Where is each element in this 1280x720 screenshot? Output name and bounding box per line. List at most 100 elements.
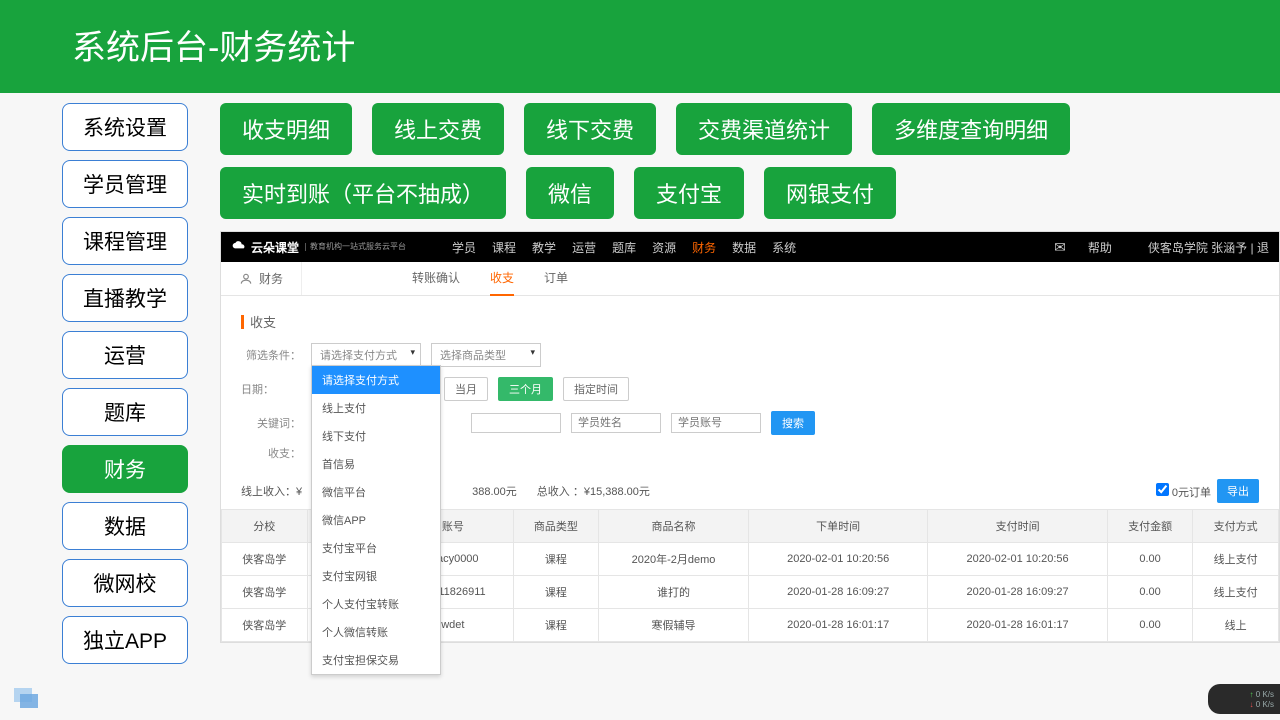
- cell-type: 课程: [513, 543, 599, 576]
- action-btn-0-1[interactable]: 线上交费: [372, 103, 504, 155]
- embed-nav-3[interactable]: 运营: [572, 239, 596, 256]
- zero-order-check[interactable]: 0元订单: [1156, 483, 1211, 500]
- cell-order_time: 2020-01-28 16:01:17: [748, 609, 927, 642]
- total-income: 总收入 ：¥15,388.00元: [537, 483, 650, 499]
- action-btn-1-0[interactable]: 实时到账（平台不抽成）: [220, 167, 506, 219]
- keyword-label: 关键词：: [241, 415, 301, 431]
- dropdown-opt-2[interactable]: 线下支付: [312, 422, 440, 450]
- sidebar-item-app[interactable]: 独立APP: [62, 616, 188, 664]
- embed-nav-7[interactable]: 数据: [732, 239, 756, 256]
- search-button[interactable]: 搜索: [771, 411, 815, 435]
- dropdown-opt-7[interactable]: 支付宝网银: [312, 562, 440, 590]
- embed-nav-0[interactable]: 学员: [452, 239, 476, 256]
- sidebar-item-data[interactable]: 数据: [62, 502, 188, 550]
- embed-tab-0[interactable]: 转账确认: [412, 261, 460, 296]
- sidebar-item-ops[interactable]: 运营: [62, 331, 188, 379]
- dropdown-opt-9[interactable]: 个人微信转账: [312, 618, 440, 646]
- sidebar: 系统设置学员管理课程管理直播教学运营题库财务数据微网校独立APP: [62, 103, 188, 664]
- student-account-input[interactable]: [671, 413, 761, 433]
- cell-amount: 0.00: [1107, 576, 1193, 609]
- cell-product: 2020年-2月demo: [599, 543, 749, 576]
- dropdown-opt-3[interactable]: 首信易: [312, 450, 440, 478]
- module-label: 财务: [221, 262, 302, 295]
- dropdown-opt-6[interactable]: 支付宝平台: [312, 534, 440, 562]
- cell-school: 侠客岛学: [222, 543, 308, 576]
- keyword-input[interactable]: [471, 413, 561, 433]
- brand-text: 云朵课堂: [251, 239, 299, 256]
- online-income-label: 线上收入：¥: [241, 483, 302, 499]
- page-header: 系统后台-财务统计: [0, 0, 1280, 93]
- th: 下单时间: [748, 510, 927, 543]
- embed-tab-1[interactable]: 收支: [490, 261, 514, 296]
- embed-tab-2[interactable]: 订单: [544, 261, 568, 296]
- action-btn-1-1[interactable]: 微信: [526, 167, 614, 219]
- dropdown-opt-10[interactable]: 支付宝担保交易: [312, 646, 440, 674]
- cell-order_time: 2020-01-28 16:09:27: [748, 576, 927, 609]
- user-info[interactable]: 侠客岛学院 张涵予 | 退: [1148, 239, 1269, 256]
- th: 支付方式: [1193, 510, 1279, 543]
- cell-product: 谁打的: [599, 576, 749, 609]
- help-link[interactable]: 帮助: [1088, 239, 1112, 256]
- th: 支付时间: [928, 510, 1107, 543]
- embed-nav-8[interactable]: 系统: [772, 239, 796, 256]
- sidebar-item-microschool[interactable]: 微网校: [62, 559, 188, 607]
- embed-nav-4[interactable]: 题库: [612, 239, 636, 256]
- cell-school: 侠客岛学: [222, 609, 308, 642]
- action-row-1: 收支明细线上交费线下交费交费渠道统计多维度查询明细: [220, 103, 1280, 155]
- embed-nav-2[interactable]: 教学: [532, 239, 556, 256]
- dropdown-opt-5[interactable]: 微信APP: [312, 506, 440, 534]
- mail-icon[interactable]: ✉: [1054, 239, 1066, 256]
- cell-school: 侠客岛学: [222, 576, 308, 609]
- filter-label: 筛选条件：: [241, 347, 301, 363]
- action-row-2: 实时到账（平台不抽成） 微信支付宝网银支付: [220, 167, 1280, 219]
- filter-area: 筛选条件： 请选择支付方式 选择商品类型 请选择支付方式线上支付线下支付首信易微…: [221, 343, 1279, 479]
- section-title: 收支: [221, 296, 1279, 343]
- cell-order_time: 2020-02-01 10:20:56: [748, 543, 927, 576]
- cell-method: 线上: [1193, 609, 1279, 642]
- sidebar-item-system[interactable]: 系统设置: [62, 103, 188, 151]
- amount-388: 388.00元: [472, 483, 517, 499]
- cell-method: 线上支付: [1193, 543, 1279, 576]
- action-btn-0-3[interactable]: 交费渠道统计: [676, 103, 852, 155]
- dropdown-opt-0[interactable]: 请选择支付方式: [312, 366, 440, 394]
- action-btn-1-2[interactable]: 支付宝: [634, 167, 744, 219]
- cell-product: 寒假辅导: [599, 609, 749, 642]
- payment-select[interactable]: 请选择支付方式: [311, 343, 421, 367]
- sidebar-item-course[interactable]: 课程管理: [62, 217, 188, 265]
- speed-widget: 0 K/s0 K/s: [1208, 684, 1280, 714]
- date-btn-3month[interactable]: 三个月: [498, 377, 553, 401]
- th: 支付金额: [1107, 510, 1193, 543]
- dropdown-opt-1[interactable]: 线上支付: [312, 394, 440, 422]
- dropdown-opt-4[interactable]: 微信平台: [312, 478, 440, 506]
- action-btn-0-4[interactable]: 多维度查询明细: [872, 103, 1070, 155]
- product-type-select[interactable]: 选择商品类型: [431, 343, 541, 367]
- cell-amount: 0.00: [1107, 543, 1193, 576]
- date-btn-month[interactable]: 当月: [444, 377, 488, 401]
- dropdown-opt-8[interactable]: 个人支付宝转账: [312, 590, 440, 618]
- embed-nav-5[interactable]: 资源: [652, 239, 676, 256]
- sidebar-item-finance[interactable]: 财务: [62, 445, 188, 493]
- sidebar-item-student[interactable]: 学员管理: [62, 160, 188, 208]
- cell-type: 课程: [513, 576, 599, 609]
- th: 商品类型: [513, 510, 599, 543]
- embed-nav-6[interactable]: 财务: [692, 239, 716, 256]
- action-btn-0-2[interactable]: 线下交费: [524, 103, 656, 155]
- brand-sub: 教育机构一站式服务云平台: [305, 243, 406, 251]
- sidebar-item-question[interactable]: 题库: [62, 388, 188, 436]
- action-btn-0-0[interactable]: 收支明细: [220, 103, 352, 155]
- th: 分校: [222, 510, 308, 543]
- embed-nav-1[interactable]: 课程: [492, 239, 516, 256]
- date-btn-custom[interactable]: 指定时间: [563, 377, 629, 401]
- payment-dropdown[interactable]: 请选择支付方式线上支付线下支付首信易微信平台微信APP支付宝平台支付宝网银个人支…: [311, 365, 441, 675]
- export-button[interactable]: 导出: [1217, 479, 1259, 503]
- cell-method: 线上支付: [1193, 576, 1279, 609]
- student-name-input[interactable]: [571, 413, 661, 433]
- decoration-left: [14, 688, 42, 710]
- brand: 云朵课堂 教育机构一站式服务云平台: [231, 239, 406, 256]
- th: 商品名称: [599, 510, 749, 543]
- action-btn-1-3[interactable]: 网银支付: [764, 167, 896, 219]
- cell-pay_time: 2020-01-28 16:01:17: [928, 609, 1107, 642]
- page-title: 系统后台-财务统计: [72, 29, 355, 67]
- cell-pay_time: 2020-01-28 16:09:27: [928, 576, 1107, 609]
- sidebar-item-live[interactable]: 直播教学: [62, 274, 188, 322]
